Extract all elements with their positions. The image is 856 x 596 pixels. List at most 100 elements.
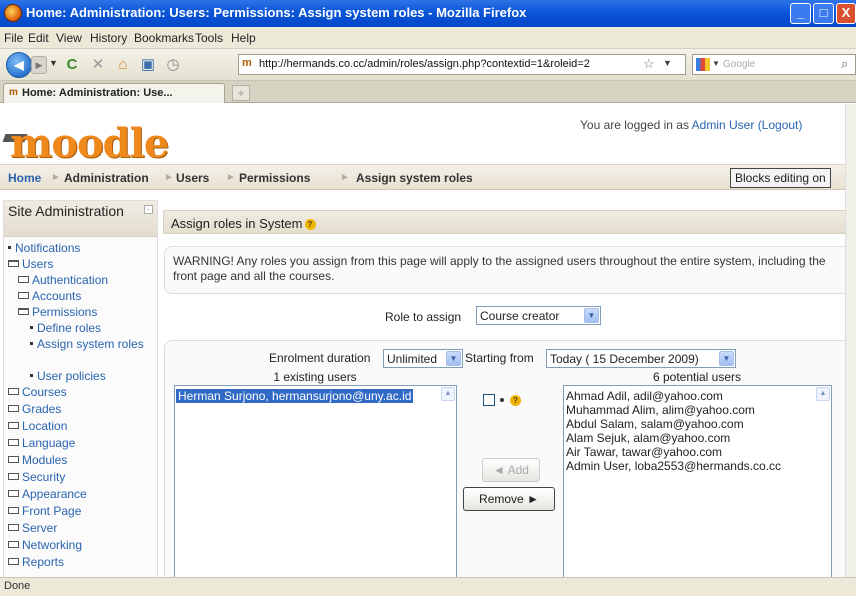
menu-view[interactable]: View [56, 31, 82, 45]
potential-users-list[interactable]: Ahmad Adil, adil@yahoo.com Muhammad Alim… [563, 385, 832, 577]
role-select[interactable]: Course creator ▼ [476, 306, 601, 325]
breadcrumb-separator: ► [164, 172, 174, 183]
url-text[interactable]: http://hermands.co.cc/admin/roles/assign… [259, 58, 590, 70]
new-tab-button[interactable]: + [232, 85, 250, 101]
folder-icon [18, 276, 29, 283]
menu-file[interactable]: File [4, 31, 23, 45]
list-item[interactable]: Alam Sejuk, alam@yahoo.com [566, 431, 730, 445]
bookmark-page-icon[interactable]: ▣ [138, 56, 158, 74]
home-icon[interactable]: ⌂ [113, 56, 133, 74]
breadcrumb-administration[interactable]: Administration [64, 171, 149, 185]
add-button[interactable]: ◄ Add [482, 458, 540, 482]
bullet-icon [30, 374, 33, 377]
role-select-value: Course creator [480, 309, 560, 323]
help-icon[interactable]: ? [304, 219, 316, 230]
chevron-down-icon[interactable]: ▼ [719, 351, 734, 366]
menu-edit[interactable]: Edit [28, 31, 49, 45]
remove-button[interactable]: Remove ► [463, 487, 555, 511]
forward-icon[interactable]: ▶ [31, 56, 47, 74]
starting-from-select[interactable]: Today ( 15 December 2009) ▼ [546, 349, 736, 368]
sidebar-item-appearance[interactable]: Appearance [8, 487, 87, 501]
sidebar-item-accounts[interactable]: Accounts [18, 289, 81, 303]
sidebar-item-language[interactable]: Language [8, 436, 75, 450]
sidebar-item-networking[interactable]: Networking [8, 538, 82, 552]
search-icon[interactable]: ⌕ [841, 56, 848, 72]
sidebar-item-grades[interactable]: Grades [8, 402, 61, 416]
collapse-icon[interactable]: - [144, 205, 153, 214]
status-bar: Done [0, 577, 856, 596]
history-icon[interactable]: ◷ [163, 56, 183, 74]
history-dropdown-icon[interactable]: ▼ [49, 58, 58, 68]
scroll-up-icon[interactable]: ▲ [816, 387, 830, 401]
sidebar-item-server[interactable]: Server [8, 521, 57, 535]
open-folder-icon [8, 260, 19, 267]
page-heading-box: Assign roles in System? [163, 210, 853, 234]
existing-users-list[interactable]: Herman Surjono, hermansurjono@uny.ac.id … [174, 385, 457, 577]
sidebar-item-security[interactable]: Security [8, 470, 65, 484]
chevron-down-icon[interactable]: ▼ [446, 351, 461, 366]
sidebar-item-notifications[interactable]: Notifications [8, 241, 80, 255]
bookmark-star-icon[interactable]: ☆ [643, 56, 655, 72]
address-bar[interactable]: m http://hermands.co.cc/admin/roles/assi… [238, 54, 686, 75]
url-dropdown-icon[interactable]: ▼ [663, 58, 672, 68]
chevron-down-icon[interactable]: ▼ [584, 308, 599, 323]
breadcrumb-current: Assign system roles [356, 171, 473, 185]
search-engine-dropdown-icon[interactable]: ▼ [712, 59, 720, 68]
login-user-link[interactable]: Admin User [692, 118, 755, 132]
back-icon[interactable]: ◀ [6, 52, 32, 78]
breadcrumb-home[interactable]: Home [8, 171, 41, 185]
sidebar-item-location[interactable]: Location [8, 419, 67, 433]
maximize-button[interactable]: □ [813, 3, 834, 24]
sidebar-item-authentication[interactable]: Authentication [18, 273, 108, 287]
moodle-logo[interactable]: moodle [10, 120, 169, 167]
menu-tools[interactable]: Tools [195, 31, 223, 45]
enrolment-duration-label: Enrolment duration [269, 351, 371, 365]
role-row: Role to assign Course creator ▼ [163, 306, 853, 328]
search-bar[interactable]: ▼ Google ⌕ [692, 54, 856, 75]
sidebar-item-assign-system-roles[interactable]: Assign system roles [30, 337, 160, 351]
sidebar-item-front-page[interactable]: Front Page [8, 504, 81, 518]
bullet-icon [30, 326, 33, 329]
sidebar-item-define-roles[interactable]: Define roles [30, 321, 101, 335]
enrolment-duration-select[interactable]: Unlimited ▼ [383, 349, 463, 368]
bullet-icon [500, 398, 504, 402]
list-item[interactable]: Air Tawar, tawar@yahoo.com [566, 445, 722, 459]
list-item[interactable]: Abdul Salam, salam@yahoo.com [566, 417, 744, 431]
list-item[interactable]: Ahmad Adil, adil@yahoo.com [566, 389, 723, 403]
breadcrumb: Home ► Administration ► Users ► Permissi… [0, 164, 845, 190]
menu-help[interactable]: Help [231, 31, 256, 45]
reload-icon[interactable]: C [62, 56, 82, 74]
scroll-up-icon[interactable]: ▲ [441, 387, 455, 401]
hidden-checkbox[interactable] [483, 394, 495, 406]
sidebar-item-courses[interactable]: Courses [8, 385, 67, 399]
search-input[interactable]: Google [723, 59, 755, 70]
menu-history[interactable]: History [90, 31, 127, 45]
list-item[interactable]: Admin User, loba2553@hermands.co.cc [566, 459, 781, 473]
folder-icon [8, 490, 19, 497]
logout-link[interactable]: (Logout) [758, 118, 803, 132]
breadcrumb-users[interactable]: Users [176, 171, 209, 185]
google-icon[interactable] [696, 58, 710, 71]
breadcrumb-permissions[interactable]: Permissions [239, 171, 310, 185]
existing-users-caption: 1 existing users [273, 370, 357, 384]
help-icon[interactable]: ? [510, 395, 521, 406]
sidebar-item-user-policies[interactable]: User policies [30, 369, 106, 383]
folder-icon [8, 422, 19, 429]
stop-icon[interactable]: ✕ [88, 56, 108, 74]
block-title: Site Administration [8, 203, 124, 219]
page-scrollbar[interactable] [845, 104, 856, 577]
menu-bookmarks[interactable]: Bookmarks [134, 31, 194, 45]
sidebar-item-modules[interactable]: Modules [8, 453, 67, 467]
bullet-icon [8, 246, 11, 249]
list-item[interactable]: Herman Surjono, hermansurjono@uny.ac.id [176, 389, 414, 403]
browser-tab[interactable]: m Home: Administration: Use... [3, 83, 225, 103]
blocks-editing-button[interactable]: Blocks editing on [730, 168, 831, 188]
minimize-button[interactable]: _ [790, 3, 811, 24]
folder-icon [8, 388, 19, 395]
sidebar-item-permissions[interactable]: Permissions [18, 305, 97, 319]
sidebar-item-users[interactable]: Users [8, 257, 53, 271]
close-button[interactable]: X [836, 3, 856, 24]
list-item[interactable]: Muhammad Alim, alim@yahoo.com [566, 403, 755, 417]
firefox-icon [4, 4, 22, 22]
sidebar-item-reports[interactable]: Reports [8, 555, 64, 569]
